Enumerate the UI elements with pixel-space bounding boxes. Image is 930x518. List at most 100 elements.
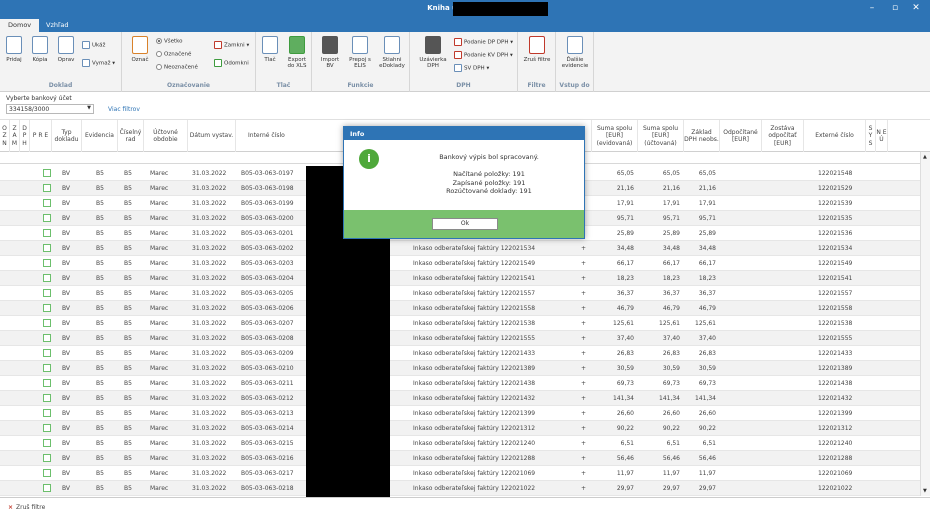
row-checkbox[interactable] [43,304,51,312]
radio-neoznacene[interactable]: Neoznačené [156,64,198,71]
row-checkbox[interactable] [43,289,51,297]
table-row[interactable]: BV B5 B5 Marec 31.03.2022 B05-03-063-0203 Inka… [0,256,920,271]
col-ozn[interactable]: O Z N [0,120,10,152]
row-checkbox[interactable] [43,454,51,462]
table-row[interactable]: BV B5 B5 Marec 31.03.2022 B05-03-063-0207 Inka… [0,316,920,331]
plus-icon[interactable]: + [581,305,586,312]
col-pre[interactable]: P R E [30,120,52,152]
stiahni-edoklady-button[interactable]: Stiahni eDoklady [377,36,407,70]
row-checkbox[interactable] [43,184,51,192]
vymaz-button[interactable]: Vymaž ▾ [82,59,115,67]
account-select[interactable]: 334158/3000 ▼ [6,104,94,114]
plus-icon[interactable]: + [581,335,586,342]
plus-icon[interactable]: + [581,455,586,462]
row-checkbox[interactable] [43,199,51,207]
zamkni-button[interactable]: Zamkni ▾ [214,41,249,49]
col-zam[interactable]: Z A M [10,120,20,152]
sv-dph-button[interactable]: SV DPH ▾ [454,64,489,72]
oprav-button[interactable]: Oprav [54,36,78,63]
table-row[interactable]: BV B5 B5 Marec 31.03.2022 B05-03-063-0205 Inka… [0,286,920,301]
col-zaklad[interactable]: Základ DPH neobs. [684,120,720,152]
zrus-filtre-ribbon-button[interactable]: Zruš filtre [522,36,552,63]
plus-icon[interactable]: + [581,290,586,297]
oznac-button[interactable]: Označ [128,36,152,63]
dalsie-evidencie-button[interactable]: Ďalšie evidencie [560,36,590,70]
podanie-kv-dph-button[interactable]: Podanie KV DPH ▾ [454,51,513,59]
row-checkbox[interactable] [43,259,51,267]
col-zostava[interactable]: Zostáva odpočítať [EUR] [762,120,804,152]
col-ciselny-rad[interactable]: Číselný rad [118,120,144,152]
plus-icon[interactable]: + [581,485,586,492]
table-row[interactable]: BV B5 B5 Marec 31.03.2022 B05-03-063-0218 Inka… [0,481,920,496]
table-row[interactable]: BV B5 B5 Marec 31.03.2022 B05-03-063-0206 Inka… [0,301,920,316]
col-suma-evid[interactable]: Suma spolu [EUR] (evidovaná) [592,120,638,152]
table-row[interactable]: BV B5 B5 Marec 31.03.2022 B05-03-063-0210 Inka… [0,361,920,376]
maximize-icon[interactable]: ▫ [887,3,903,13]
plus-icon[interactable]: + [581,245,586,252]
plus-icon[interactable]: + [581,470,586,477]
tab-vzhlad[interactable]: Vzhľad [38,19,77,32]
plus-icon[interactable]: + [581,320,586,327]
table-row[interactable]: BV B5 B5 Marec 31.03.2022 B05-03-063-0215 Inka… [0,436,920,451]
podanie-dp-dph-button[interactable]: Podanie DP DPH ▾ [454,38,513,46]
plus-icon[interactable]: + [581,410,586,417]
table-row[interactable]: BV B5 B5 Marec 31.03.2022 B05-03-063-0209 Inka… [0,346,920,361]
row-checkbox[interactable] [43,214,51,222]
ukaz-button[interactable]: Ukáž [82,41,105,49]
prepoj-elis-button[interactable]: Prepoj s ELIS [347,36,373,70]
row-checkbox[interactable] [43,439,51,447]
row-checkbox[interactable] [43,379,51,387]
plus-icon[interactable]: + [581,275,586,282]
col-suma-uct[interactable]: Suma spolu [EUR] (účtovaná) [638,120,684,152]
row-checkbox[interactable] [43,229,51,237]
plus-icon[interactable]: + [581,425,586,432]
table-row[interactable]: BV B5 B5 Marec 31.03.2022 B05-03-063-0217 Inka… [0,466,920,481]
plus-icon[interactable]: + [581,365,586,372]
scroll-down-icon[interactable]: ▼ [923,488,927,494]
col-obdobie[interactable]: Účtovné obdobie [144,120,188,152]
row-checkbox[interactable] [43,244,51,252]
row-checkbox[interactable] [43,274,51,282]
table-row[interactable]: BV B5 B5 Marec 31.03.2022 B05-03-063-0204 Inka… [0,271,920,286]
vertical-scrollbar[interactable]: ▲ ▼ [920,152,930,496]
minimize-icon[interactable]: – [864,3,880,13]
row-checkbox[interactable] [43,424,51,432]
export-xls-button[interactable]: Export do XLS [285,36,309,70]
tlac-button[interactable]: Tlač [258,36,282,63]
table-row[interactable]: BV B5 B5 Marec 31.03.2022 B05-03-063-0216 Inka… [0,451,920,466]
ok-button[interactable]: Ok [432,218,498,230]
scroll-up-icon[interactable]: ▲ [923,154,927,160]
plus-icon[interactable]: + [581,260,586,267]
table-row[interactable]: BV B5 B5 Marec 31.03.2022 B05-03-063-0211 Inka… [0,376,920,391]
col-evidencia[interactable]: Evidencia [82,120,118,152]
col-datum[interactable]: Dátum vystav. [188,120,236,152]
kopia-button[interactable]: Kópia [28,36,52,63]
table-row[interactable]: BV B5 B5 Marec 31.03.2022 B05-03-063-0208 Inka… [0,331,920,346]
col-sys[interactable]: S Y S [866,120,876,152]
plus-icon[interactable]: + [581,350,586,357]
table-row[interactable]: BV B5 B5 Marec 31.03.2022 B05-03-063-0202 Inka… [0,241,920,256]
col-typ[interactable]: Typ dokladu [52,120,82,152]
row-checkbox[interactable] [43,364,51,372]
table-row[interactable]: BV B5 B5 Marec 31.03.2022 B05-03-063-0212 Inka… [0,391,920,406]
plus-icon[interactable]: + [581,380,586,387]
table-row[interactable]: BV B5 B5 Marec 31.03.2022 B05-03-063-0214 Inka… [0,421,920,436]
row-checkbox[interactable] [43,319,51,327]
radio-vsetko[interactable]: Všetko [156,38,183,45]
row-checkbox[interactable] [43,469,51,477]
more-filters-link[interactable]: Viac filtrov [108,106,140,113]
col-dph[interactable]: D P H [20,120,30,152]
row-checkbox[interactable] [43,169,51,177]
row-checkbox[interactable] [43,484,51,492]
row-checkbox[interactable] [43,409,51,417]
plus-icon[interactable]: + [581,440,586,447]
close-icon[interactable]: ✕ [908,3,924,13]
pridaj-button[interactable]: Pridaj [2,36,26,63]
plus-icon[interactable]: + [581,395,586,402]
tab-domov[interactable]: Domov [0,19,40,32]
row-checkbox[interactable] [43,394,51,402]
table-row[interactable]: BV B5 B5 Marec 31.03.2022 B05-03-063-0213 Inka… [0,406,920,421]
col-externe-cislo[interactable]: Externé číslo [804,120,866,152]
col-odpocitane[interactable]: Odpočítané [EUR] [720,120,762,152]
row-checkbox[interactable] [43,334,51,342]
